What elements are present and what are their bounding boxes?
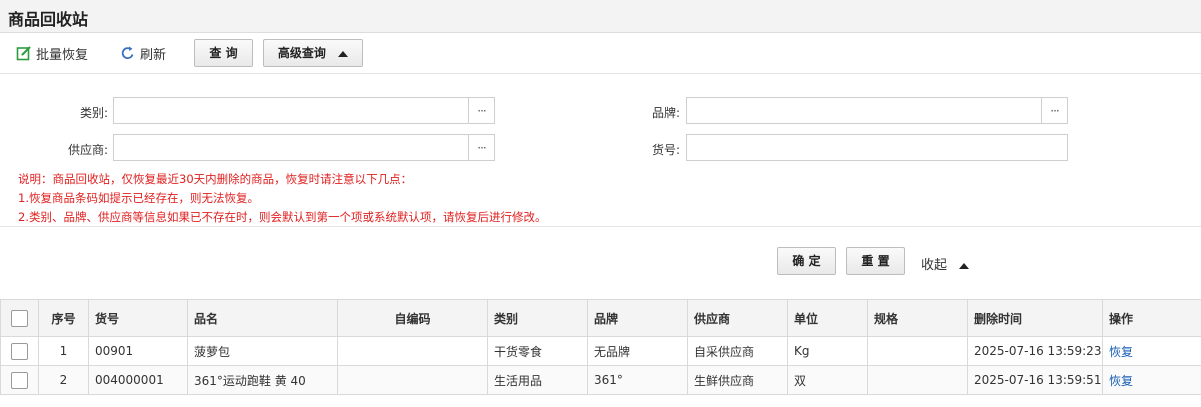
row-checkbox[interactable] bbox=[11, 342, 28, 360]
restore-link[interactable]: 恢复 bbox=[1109, 374, 1133, 388]
advanced-query-label: 高级查询 bbox=[277, 46, 326, 60]
cell-supplier: 自采供应商 bbox=[687, 336, 788, 366]
col-deleted-at[interactable]: 删除时间 bbox=[967, 299, 1103, 337]
toolbar: 批量恢复 刷新 查 询 高级查询 bbox=[0, 33, 1201, 74]
row-checkbox[interactable] bbox=[11, 371, 28, 389]
caret-up-icon bbox=[338, 50, 349, 57]
page-title: 商品回收站 bbox=[8, 10, 89, 29]
confirm-button[interactable]: 确 定 bbox=[777, 247, 836, 275]
supplier-picker-button[interactable]: ··· bbox=[468, 135, 494, 160]
restore-link[interactable]: 恢复 bbox=[1109, 345, 1133, 359]
cell-spec bbox=[867, 365, 968, 395]
table-header-row: 序号 货号 品名 自编码 类别 品牌 供应商 单位 规格 删除时间 操作 bbox=[0, 299, 1201, 337]
cell-deleted-at: 2025-07-16 13:59:51 bbox=[967, 365, 1103, 395]
cell-name: 361°运动跑鞋 黄 40 bbox=[187, 365, 338, 395]
cell-sku: 004000001 bbox=[88, 365, 188, 395]
cell-name: 菠萝包 bbox=[187, 336, 338, 366]
col-brand[interactable]: 品牌 bbox=[587, 299, 688, 337]
col-seq: 序号 bbox=[38, 299, 89, 337]
query-button[interactable]: 查 询 bbox=[194, 39, 253, 67]
title-bar: 商品回收站 bbox=[0, 0, 1201, 33]
collapse-button[interactable]: 收起 bbox=[921, 254, 970, 273]
caret-up-icon bbox=[959, 262, 970, 269]
batch-restore-label: 批量恢复 bbox=[36, 47, 89, 63]
cell-code bbox=[337, 336, 488, 366]
cell-brand: 361° bbox=[587, 365, 688, 395]
supplier-field[interactable]: ··· bbox=[113, 134, 495, 161]
col-sku[interactable]: 货号 bbox=[88, 299, 188, 337]
cell-op: 恢复 bbox=[1102, 365, 1201, 395]
sku-field[interactable] bbox=[686, 134, 1068, 161]
cell-seq: 1 bbox=[38, 336, 89, 366]
cell-brand: 无品牌 bbox=[587, 336, 688, 366]
category-field[interactable]: ··· bbox=[113, 97, 495, 124]
col-code[interactable]: 自编码 bbox=[337, 299, 488, 337]
cell-unit: Kg bbox=[787, 336, 868, 366]
cell-unit: 双 bbox=[787, 365, 868, 395]
cell-seq: 2 bbox=[38, 365, 89, 395]
refresh-icon bbox=[120, 45, 136, 61]
edit-icon bbox=[16, 45, 32, 61]
col-name[interactable]: 品名 bbox=[187, 299, 338, 337]
supplier-label: 供应商: bbox=[67, 143, 108, 157]
cell-sku: 00901 bbox=[88, 336, 188, 366]
col-category[interactable]: 类别 bbox=[487, 299, 588, 337]
select-all-checkbox[interactable] bbox=[11, 309, 28, 327]
brand-field[interactable]: ··· bbox=[686, 97, 1068, 124]
advanced-query-button[interactable]: 高级查询 bbox=[263, 39, 363, 67]
table-row[interactable]: 2 004000001 361°运动跑鞋 黄 40 生活用品 361° 生鲜供应… bbox=[0, 365, 1201, 395]
sku-label: 货号: bbox=[651, 143, 680, 157]
col-op: 操作 bbox=[1102, 299, 1201, 337]
col-unit[interactable]: 单位 bbox=[787, 299, 868, 337]
cell-deleted-at: 2025-07-16 13:59:23 bbox=[967, 336, 1103, 366]
select-all-cell[interactable] bbox=[0, 299, 39, 337]
cell-op: 恢复 bbox=[1102, 336, 1201, 366]
recycle-table: 序号 货号 品名 自编码 类别 品牌 供应商 单位 规格 删除时间 操作 1 0… bbox=[0, 299, 1201, 395]
cell-category: 生活用品 bbox=[487, 365, 588, 395]
cell-supplier: 生鲜供应商 bbox=[687, 365, 788, 395]
brand-label: 品牌: bbox=[651, 106, 680, 120]
table-row[interactable]: 1 00901 菠萝包 干货零食 无品牌 自采供应商 Kg 2025-07-16… bbox=[0, 336, 1201, 366]
brand-picker-button[interactable]: ··· bbox=[1041, 98, 1067, 123]
note-line-1: 说明：商品回收站，仅恢复最近30天内删除的商品，恢复时请注意以下几点： bbox=[18, 172, 413, 186]
row-select-cell[interactable] bbox=[0, 336, 39, 366]
refresh-button[interactable]: 刷新 bbox=[120, 42, 166, 64]
col-supplier[interactable]: 供应商 bbox=[687, 299, 788, 337]
cell-category: 干货零食 bbox=[487, 336, 588, 366]
divider bbox=[0, 226, 1201, 227]
reset-button[interactable]: 重 置 bbox=[846, 247, 905, 275]
collapse-label: 收起 bbox=[921, 258, 948, 273]
note-line-2: 1.恢复商品条码如提示已经存在，则无法恢复。 bbox=[18, 191, 259, 205]
cell-code bbox=[337, 365, 488, 395]
col-spec[interactable]: 规格 bbox=[867, 299, 968, 337]
cell-spec bbox=[867, 336, 968, 366]
category-picker-button[interactable]: ··· bbox=[468, 98, 494, 123]
refresh-label: 刷新 bbox=[140, 47, 167, 63]
row-select-cell[interactable] bbox=[0, 365, 39, 395]
category-label: 类别: bbox=[79, 106, 108, 120]
note-line-3: 2.类别、品牌、供应商等信息如果已不存在时，则会默认到第一个项或系统默认项，请恢… bbox=[18, 210, 547, 224]
batch-restore-button[interactable]: 批量恢复 bbox=[16, 42, 88, 64]
